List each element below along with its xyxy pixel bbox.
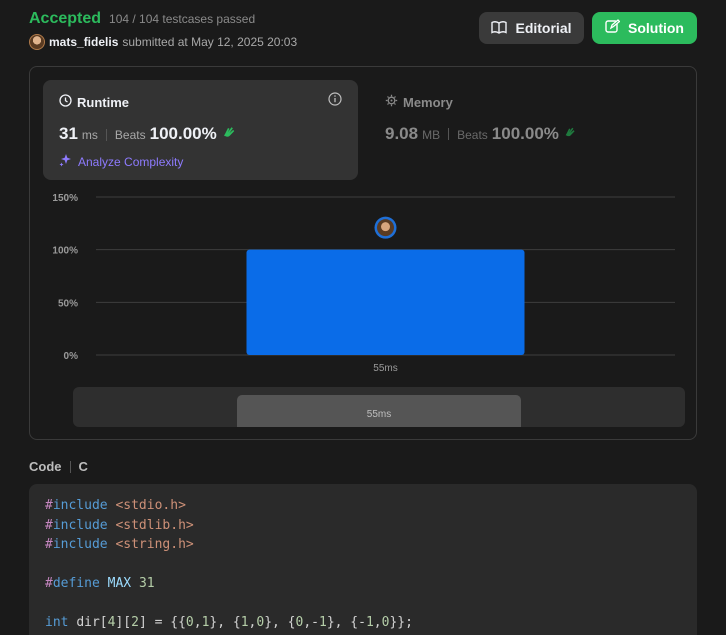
code-line: #include <stdio.h> <box>45 498 186 513</box>
memory-title-label: Memory <box>403 94 453 110</box>
runtime-card[interactable]: Runtime 31 ms Beats 100.00% Analyze Comp… <box>43 80 358 180</box>
solution-label: Solution <box>628 20 684 36</box>
y-tick-label: 150% <box>52 193 78 204</box>
y-tick-label: 100% <box>52 246 78 257</box>
user-avatar[interactable] <box>29 34 45 50</box>
code-header: Code C <box>29 459 88 474</box>
x-tick-label: 55ms <box>373 363 397 374</box>
divider <box>69 460 71 473</box>
analyze-complexity-label: Analyze Complexity <box>78 154 184 169</box>
runtime-metric: 31 ms Beats 100.00% <box>59 124 237 145</box>
memory-card[interactable]: Memory 9.08 MB Beats 100.00% <box>385 80 685 180</box>
info-icon[interactable] <box>328 92 342 111</box>
runtime-title: Runtime <box>59 94 129 110</box>
code-line: #define MAX 31 <box>45 576 155 591</box>
y-tick-label: 0% <box>64 351 79 362</box>
editorial-button[interactable]: Editorial <box>479 12 584 44</box>
memory-value: 9.08 <box>385 124 419 143</box>
minimap-label: 55ms <box>366 409 392 420</box>
code-line: #include <stdlib.h> <box>45 517 194 533</box>
user-position-avatar[interactable] <box>374 216 397 239</box>
runtime-unit: ms <box>81 128 98 142</box>
range-minimap[interactable]: 55ms <box>73 387 685 427</box>
memory-chip-icon <box>385 94 398 110</box>
status-accepted: Accepted <box>29 10 102 27</box>
clock-icon <box>59 94 72 110</box>
performance-panel: Runtime 31 ms Beats 100.00% Analyze Comp… <box>29 66 697 440</box>
editorial-label: Editorial <box>515 20 572 36</box>
divider <box>448 128 450 140</box>
testcases-count: 104 / 104 testcases passed <box>109 12 256 26</box>
runtime-distribution-chart: 0% 50% 100% 150% 55ms <box>30 187 698 377</box>
memory-title: Memory <box>385 94 453 110</box>
clap-icon <box>221 124 237 145</box>
code-line: int dir[4][2] = {{0,1}, {1,0}, {0,-1}, {… <box>45 615 413 630</box>
runtime-title-label: Runtime <box>77 94 129 110</box>
memory-beats-label: Beats <box>457 128 488 142</box>
clap-icon <box>563 125 577 144</box>
book-icon <box>491 20 508 37</box>
runtime-beats-label: Beats <box>114 128 146 142</box>
sparkle-icon <box>59 153 73 170</box>
code-label: Code <box>29 459 62 474</box>
memory-metric: 9.08 MB Beats 100.00% <box>385 124 577 144</box>
solution-button[interactable]: Solution <box>592 12 697 44</box>
code-line: #include <string.h> <box>45 537 194 552</box>
status-line: Accepted 104 / 104 testcases passed <box>29 10 255 28</box>
edit-icon <box>605 19 621 37</box>
memory-beats-value: 100.00% <box>491 124 559 143</box>
runtime-bar[interactable] <box>246 249 525 355</box>
submitter-line: mats_fidelis submitted at May 12, 2025 2… <box>29 34 297 50</box>
submitted-timestamp: submitted at May 12, 2025 20:03 <box>122 35 298 49</box>
chart-svg: 0% 50% 100% 150% 55ms <box>52 193 675 374</box>
code-language: C <box>78 459 88 474</box>
code-block[interactable]: #include <stdio.h> #include <stdlib.h> #… <box>29 484 697 635</box>
runtime-value: 31 <box>59 124 78 143</box>
username-link[interactable]: mats_fidelis <box>49 35 118 49</box>
divider <box>105 128 107 141</box>
y-tick-label: 50% <box>58 298 78 309</box>
memory-unit: MB <box>422 128 441 142</box>
analyze-complexity-link[interactable]: Analyze Complexity <box>59 153 183 170</box>
runtime-beats-value: 100.00% <box>149 124 217 143</box>
